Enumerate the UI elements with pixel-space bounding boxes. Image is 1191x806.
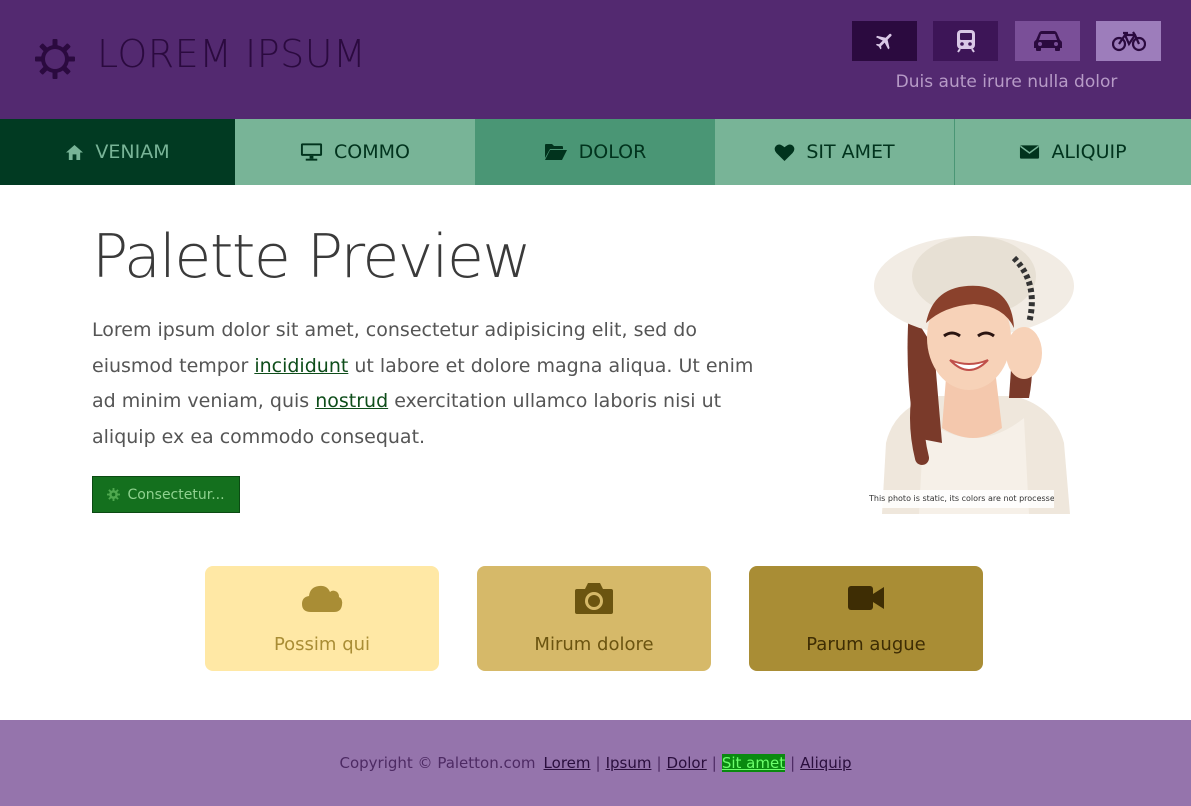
nav-item-dolor[interactable]: DOLOR [475, 119, 715, 185]
card-label: Mirum dolore [534, 634, 654, 655]
separator: | [656, 754, 662, 772]
link-nostrud[interactable]: nostrud [315, 390, 388, 412]
consectetur-button[interactable]: Consectetur... [92, 476, 240, 513]
car-button[interactable] [1015, 21, 1080, 61]
cloud-icon [302, 585, 343, 612]
home-icon [66, 144, 84, 160]
separator: | [595, 754, 601, 772]
heart-icon [774, 143, 795, 161]
footer-link-aliquip[interactable]: Aliquip [800, 754, 851, 772]
nav-item-sit-amet[interactable]: SIT AMET [715, 119, 955, 185]
page-title: Palette Preview [92, 222, 531, 292]
footer: Copyright © Paletton.com Lorem | Ipsum |… [0, 720, 1191, 806]
nav-label: ALIQUIP [1051, 141, 1127, 163]
separator: | [711, 754, 717, 772]
plane-button[interactable] [852, 21, 917, 61]
train-button[interactable] [933, 21, 998, 61]
card-parum-augue[interactable]: Parum augue [749, 566, 983, 671]
video-camera-icon [848, 586, 884, 610]
bicycle-button[interactable] [1096, 21, 1161, 61]
photo-caption: This photo is static, its colors are not… [869, 490, 1054, 508]
footer-link-dolor[interactable]: Dolor [667, 754, 707, 772]
desktop-icon [300, 143, 323, 161]
main-nav: VENIAM COMMO DOLOR SIT AMET ALIQUIP [0, 119, 1191, 185]
copyright-text: Copyright © Paletton.com [339, 754, 536, 772]
envelope-icon [1020, 145, 1040, 159]
nav-label: DOLOR [578, 141, 647, 163]
sample-photo [874, 236, 1074, 514]
train-icon [956, 30, 975, 53]
gear-icon [107, 488, 121, 501]
nav-item-commo[interactable]: COMMO [235, 119, 475, 185]
camera-icon [575, 583, 613, 614]
car-icon [1033, 31, 1062, 51]
nav-item-aliquip[interactable]: ALIQUIP [955, 119, 1191, 185]
nav-label: COMMO [334, 141, 410, 163]
card-label: Parum augue [806, 634, 926, 655]
nav-label: SIT AMET [806, 141, 895, 163]
card-label: Possim qui [273, 634, 371, 655]
card-possim-qui[interactable]: Possim qui [205, 566, 439, 671]
intro-paragraph: Lorem ipsum dolor sit amet, consectetur … [92, 313, 772, 455]
header: LOREM IPSUM Duis aute irure nulla dolor [0, 0, 1191, 119]
button-label: Consectetur... [127, 486, 225, 503]
plane-icon [875, 33, 892, 50]
footer-link-ipsum[interactable]: Ipsum [606, 754, 652, 772]
card-mirum-dolore[interactable]: Mirum dolore [477, 566, 711, 671]
site-title: LOREM IPSUM [97, 32, 367, 76]
link-incididunt[interactable]: incididunt [254, 355, 348, 377]
footer-link-lorem[interactable]: Lorem [544, 754, 591, 772]
separator: | [790, 754, 796, 772]
nav-label: VENIAM [95, 141, 170, 163]
bicycle-icon [1111, 31, 1146, 52]
folder-open-icon [544, 144, 567, 160]
footer-link-sit-amet[interactable]: Sit amet [721, 754, 786, 772]
nav-item-veniam[interactable]: VENIAM [0, 119, 235, 185]
gear-icon [35, 39, 75, 79]
header-tagline: Duis aute irure nulla dolor [895, 72, 1118, 92]
